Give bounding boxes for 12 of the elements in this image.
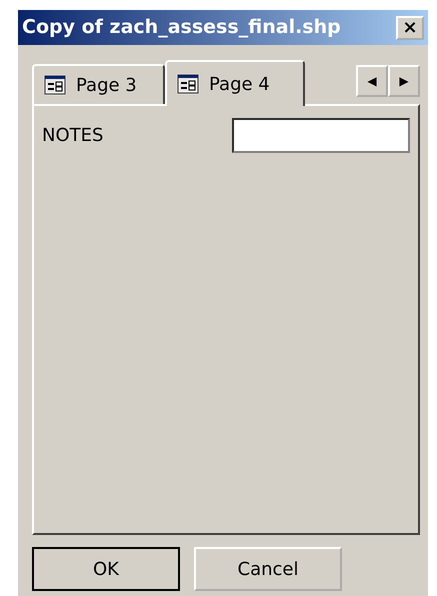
close-button[interactable]: × (396, 16, 424, 40)
tab-scroll-button[interactable]: ◀ (356, 64, 388, 96)
window-title: Copy of zach_assess_final.shp (22, 15, 341, 40)
form-icon (177, 74, 199, 94)
text-field[interactable] (232, 118, 410, 153)
form-icon (44, 75, 66, 95)
tab-scroll-button[interactable]: ▶ (388, 64, 420, 96)
dialog-button[interactable]: Cancel (194, 547, 342, 591)
field-label: NOTES (42, 124, 104, 148)
tab[interactable]: Page 3 (32, 64, 165, 104)
dialog-button[interactable]: OK (32, 547, 180, 591)
tab[interactable]: Page 4 (165, 60, 305, 106)
